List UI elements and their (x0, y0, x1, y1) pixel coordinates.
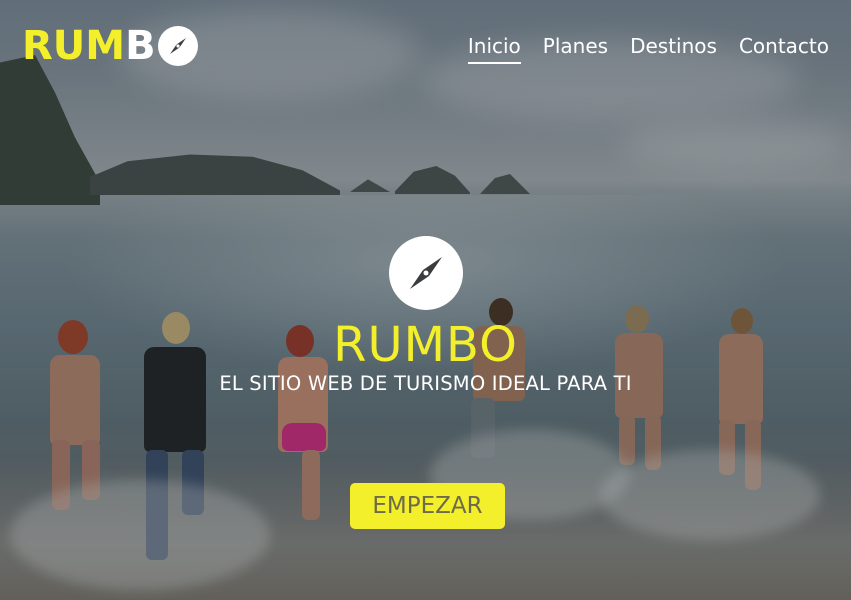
main-nav: Inicio Planes Destinos Contacto (467, 34, 829, 64)
nav-link-planes[interactable]: Planes (543, 34, 608, 64)
logo-text-white: B (125, 23, 156, 69)
hero-content: RUMBO EL SITIO WEB DE TURISMO IDEAL PARA… (0, 236, 851, 395)
compass-icon (157, 26, 198, 66)
nav-link-contacto[interactable]: Contacto (739, 34, 829, 64)
empezar-button[interactable]: EMPEZAR (350, 483, 505, 529)
site-logo[interactable]: RUM B (22, 26, 198, 66)
site-header: RUM B Inicio Planes Destinos Contacto (0, 0, 851, 80)
hero-title: RUMBO (333, 317, 518, 373)
compass-icon (388, 236, 463, 310)
logo-text-accent: RUM (22, 23, 126, 69)
hero-subtitle: EL SITIO WEB DE TURISMO IDEAL PARA TI (219, 372, 632, 396)
nav-link-destinos[interactable]: Destinos (630, 34, 717, 64)
nav-link-inicio[interactable]: Inicio (467, 34, 521, 64)
